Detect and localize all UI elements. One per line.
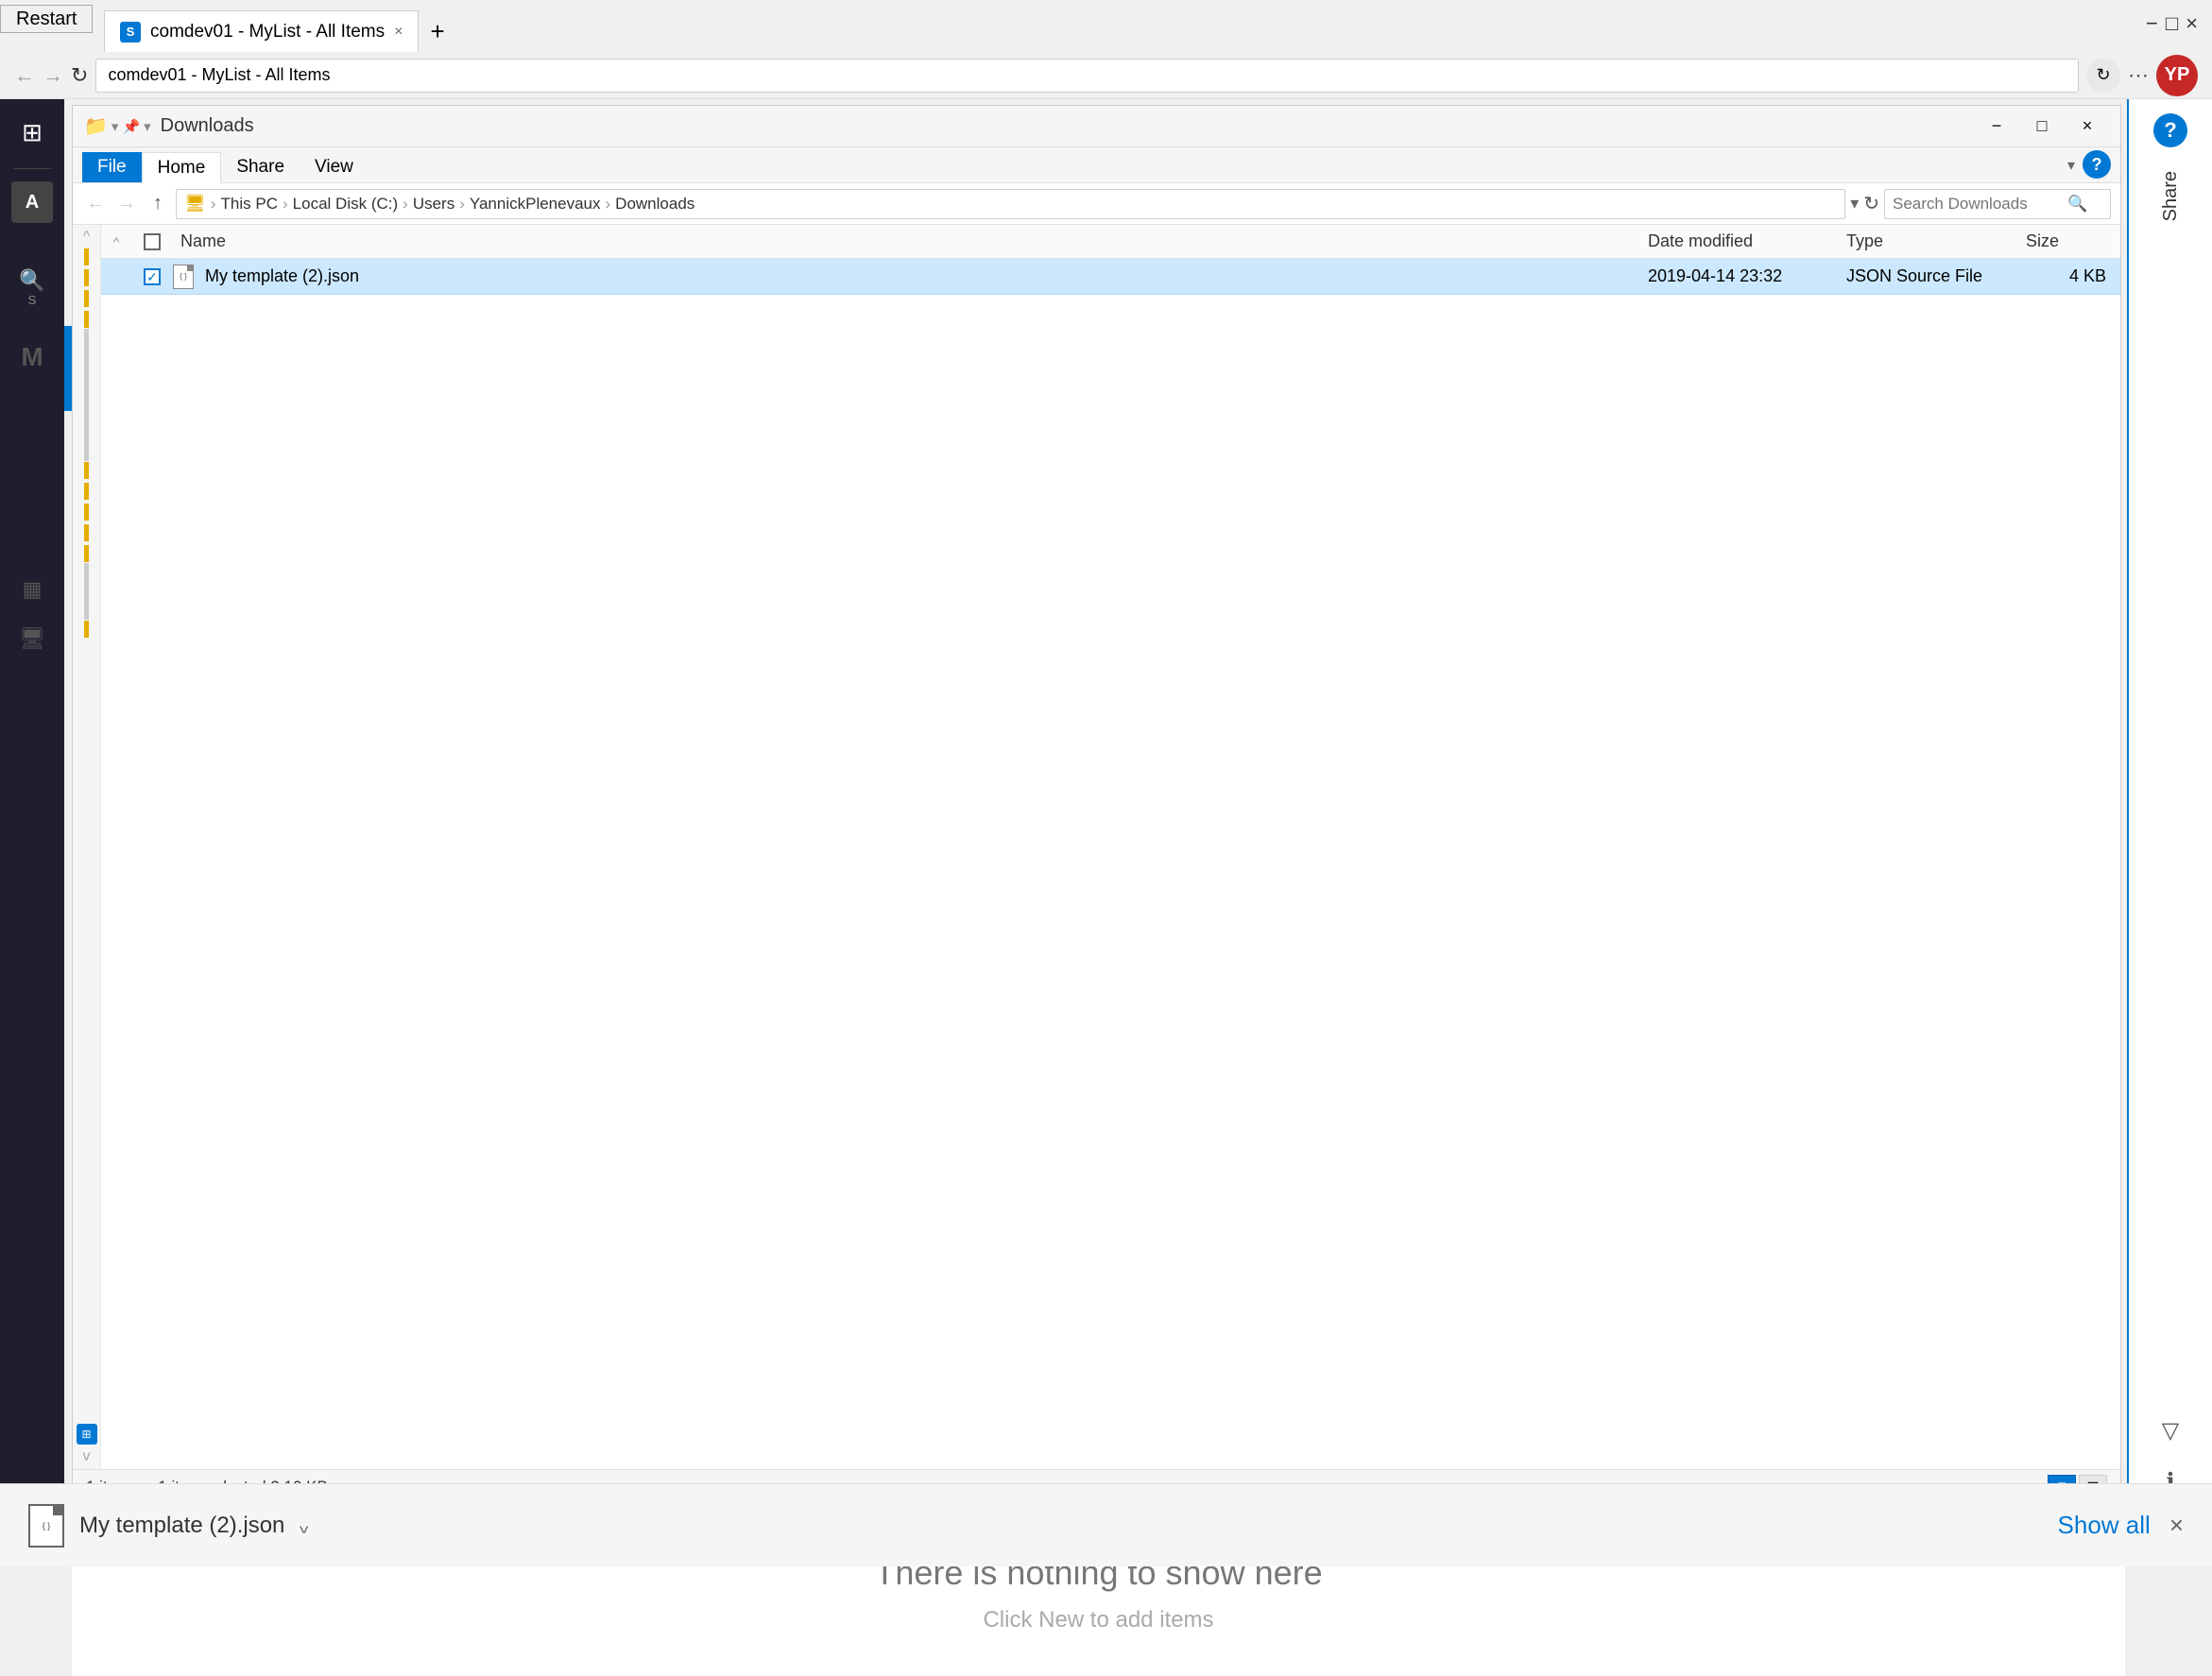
ribbon-help-button[interactable]: ? [2083, 150, 2111, 179]
tab-favicon: S [120, 22, 141, 43]
fe-search-box: 🔍 [1884, 189, 2111, 219]
browser-forward-button[interactable]: → [43, 63, 63, 88]
file-row-size: 4 KB [2026, 266, 2120, 286]
right-panel: ? Share ▽ ℹ [2127, 99, 2212, 1510]
fe-titlebar: 📁 ▾ 📌 ▾ Downloads − □ × [73, 106, 2120, 147]
right-panel-share-label: Share [2160, 171, 2182, 221]
file-row-check[interactable]: ✓ [131, 268, 173, 285]
path-sep4: › [459, 195, 465, 214]
tab-title: comdev01 - MyList - All Items [150, 22, 385, 43]
ribbon-tab-view[interactable]: View [300, 152, 369, 182]
fe-ribbon-tabs: File Home Share View ▾ ? [73, 147, 2120, 183]
path-sep3: › [403, 195, 408, 214]
new-tab-button[interactable]: + [419, 10, 455, 52]
dl-show-all-button[interactable]: Show all [2058, 1511, 2151, 1540]
browser-refresh-button[interactable]: ↻ [71, 63, 88, 88]
path-part-downloads[interactable]: Downloads [615, 195, 694, 214]
app-grid-button[interactable]: ⊞ [9, 109, 56, 156]
dl-file-icon: { } [28, 1504, 64, 1548]
fe-close-button[interactable]: × [2066, 112, 2109, 141]
fe-forward-button[interactable]: → [113, 193, 140, 214]
app-icon-search[interactable]: 🔍 S [11, 259, 53, 316]
tab-close-icon[interactable]: × [394, 24, 403, 41]
app-icon-grid2[interactable]: ▦ [11, 569, 53, 610]
fe-back-button[interactable]: ← [82, 193, 109, 214]
app-icon-pc[interactable]: 🖥 [11, 618, 53, 659]
path-sep2: › [283, 195, 288, 214]
fe-refresh-button[interactable]: ↻ [1863, 192, 1879, 215]
fe-path-dropdown-button[interactable]: ▾ [1850, 194, 1859, 214]
path-sep: › [211, 195, 216, 214]
app-sidebar: ⊞ A 🔍 S M ▦ 🖥 [0, 99, 64, 1510]
col-type-header[interactable]: Type [1846, 231, 2026, 251]
file-row-icon: { } [173, 265, 194, 289]
path-icon: 🖥 [184, 194, 206, 214]
browser-url-input[interactable] [95, 59, 2079, 93]
fe-file-list: ^ Name Date modified Type Size [101, 225, 2120, 1469]
browser-minimize-button[interactable]: − [2146, 11, 2158, 36]
fe-address-path[interactable]: 🖥 › This PC › Local Disk (C:) › Users › … [176, 189, 1845, 219]
right-panel-filter-button[interactable]: ▽ [2162, 1417, 2179, 1445]
col-date-header[interactable]: Date modified [1648, 231, 1846, 251]
col-size-header[interactable]: Size [2026, 231, 2120, 251]
ribbon-tab-file[interactable]: File [82, 152, 142, 182]
col-expand: ^ [101, 234, 131, 249]
empty-state-subtitle: Click New to add items [91, 1607, 2106, 1633]
drag-strip: ^ [73, 225, 101, 1469]
blue-accent-bar [64, 326, 72, 411]
fe-search-input[interactable] [1893, 195, 2063, 214]
browser-navbar: ← → ↻ ↻ ⋯ YP [0, 52, 2212, 99]
ribbon-tab-share[interactable]: Share [221, 152, 300, 182]
fe-title-text: Downloads [161, 115, 254, 137]
file-explorer-window: 📁 ▾ 📌 ▾ Downloads − □ × File Home Shar [72, 105, 2121, 1504]
fe-maximize-button[interactable]: □ [2020, 112, 2064, 141]
path-part-users[interactable]: Users [413, 195, 454, 214]
fe-search-icon: 🔍 [2067, 195, 2087, 214]
fe-address-bar: ← → ↑ 🖥 › This PC › Local Disk (C:) › Us… [73, 183, 2120, 225]
browser-ext-button[interactable]: ↻ [2086, 59, 2120, 93]
path-part-disk[interactable]: Local Disk (C:) [293, 195, 398, 214]
fe-minimize-button[interactable]: − [1975, 112, 2018, 141]
col-name-header[interactable]: Name [173, 231, 1648, 251]
app-icon-a[interactable]: A [11, 181, 53, 223]
browser-tab[interactable]: S comdev01 - MyList - All Items × [104, 10, 419, 52]
browser-back-button[interactable]: ← [14, 63, 35, 88]
dl-close-button[interactable]: × [2169, 1511, 2184, 1540]
path-part-thispc[interactable]: This PC [221, 195, 278, 214]
file-row-type: JSON Source File [1846, 266, 2026, 286]
dl-chevron-button[interactable]: ^ [300, 1514, 308, 1536]
browser-close-button[interactable]: × [2186, 11, 2198, 36]
restart-button[interactable]: Restart [0, 5, 93, 33]
app-icon-m: M [21, 342, 43, 372]
file-row-date: 2019-04-14 23:32 [1648, 266, 1846, 286]
app-divider [13, 168, 51, 169]
download-bar: { } My template (2).json ^ Show all × [0, 1483, 2212, 1566]
ribbon-tab-home[interactable]: Home [142, 152, 222, 183]
right-panel-help-button[interactable]: ? [2153, 113, 2187, 147]
ribbon-chevron-icon: ▾ [2067, 156, 2075, 175]
col-check-all[interactable] [131, 233, 173, 250]
fe-up-button[interactable]: ↑ [145, 193, 171, 214]
path-sep5: › [606, 195, 611, 214]
fe-folder-icon: 📁 ▾ 📌 ▾ [84, 114, 151, 138]
browser-maximize-button[interactable]: □ [2166, 11, 2178, 36]
file-row-name: My template (2).json [201, 266, 1648, 286]
path-part-user[interactable]: YannickPlenevaux [470, 195, 601, 214]
dl-file-name: My template (2).json [79, 1513, 284, 1539]
fe-column-header: ^ Name Date modified Type Size [101, 225, 2120, 259]
profile-button[interactable]: YP [2156, 55, 2198, 96]
file-row-0[interactable]: ✓ { } My template (2).json 2019-04-14 23… [101, 259, 2120, 295]
browser-settings-button[interactable]: ⋯ [2128, 63, 2149, 88]
